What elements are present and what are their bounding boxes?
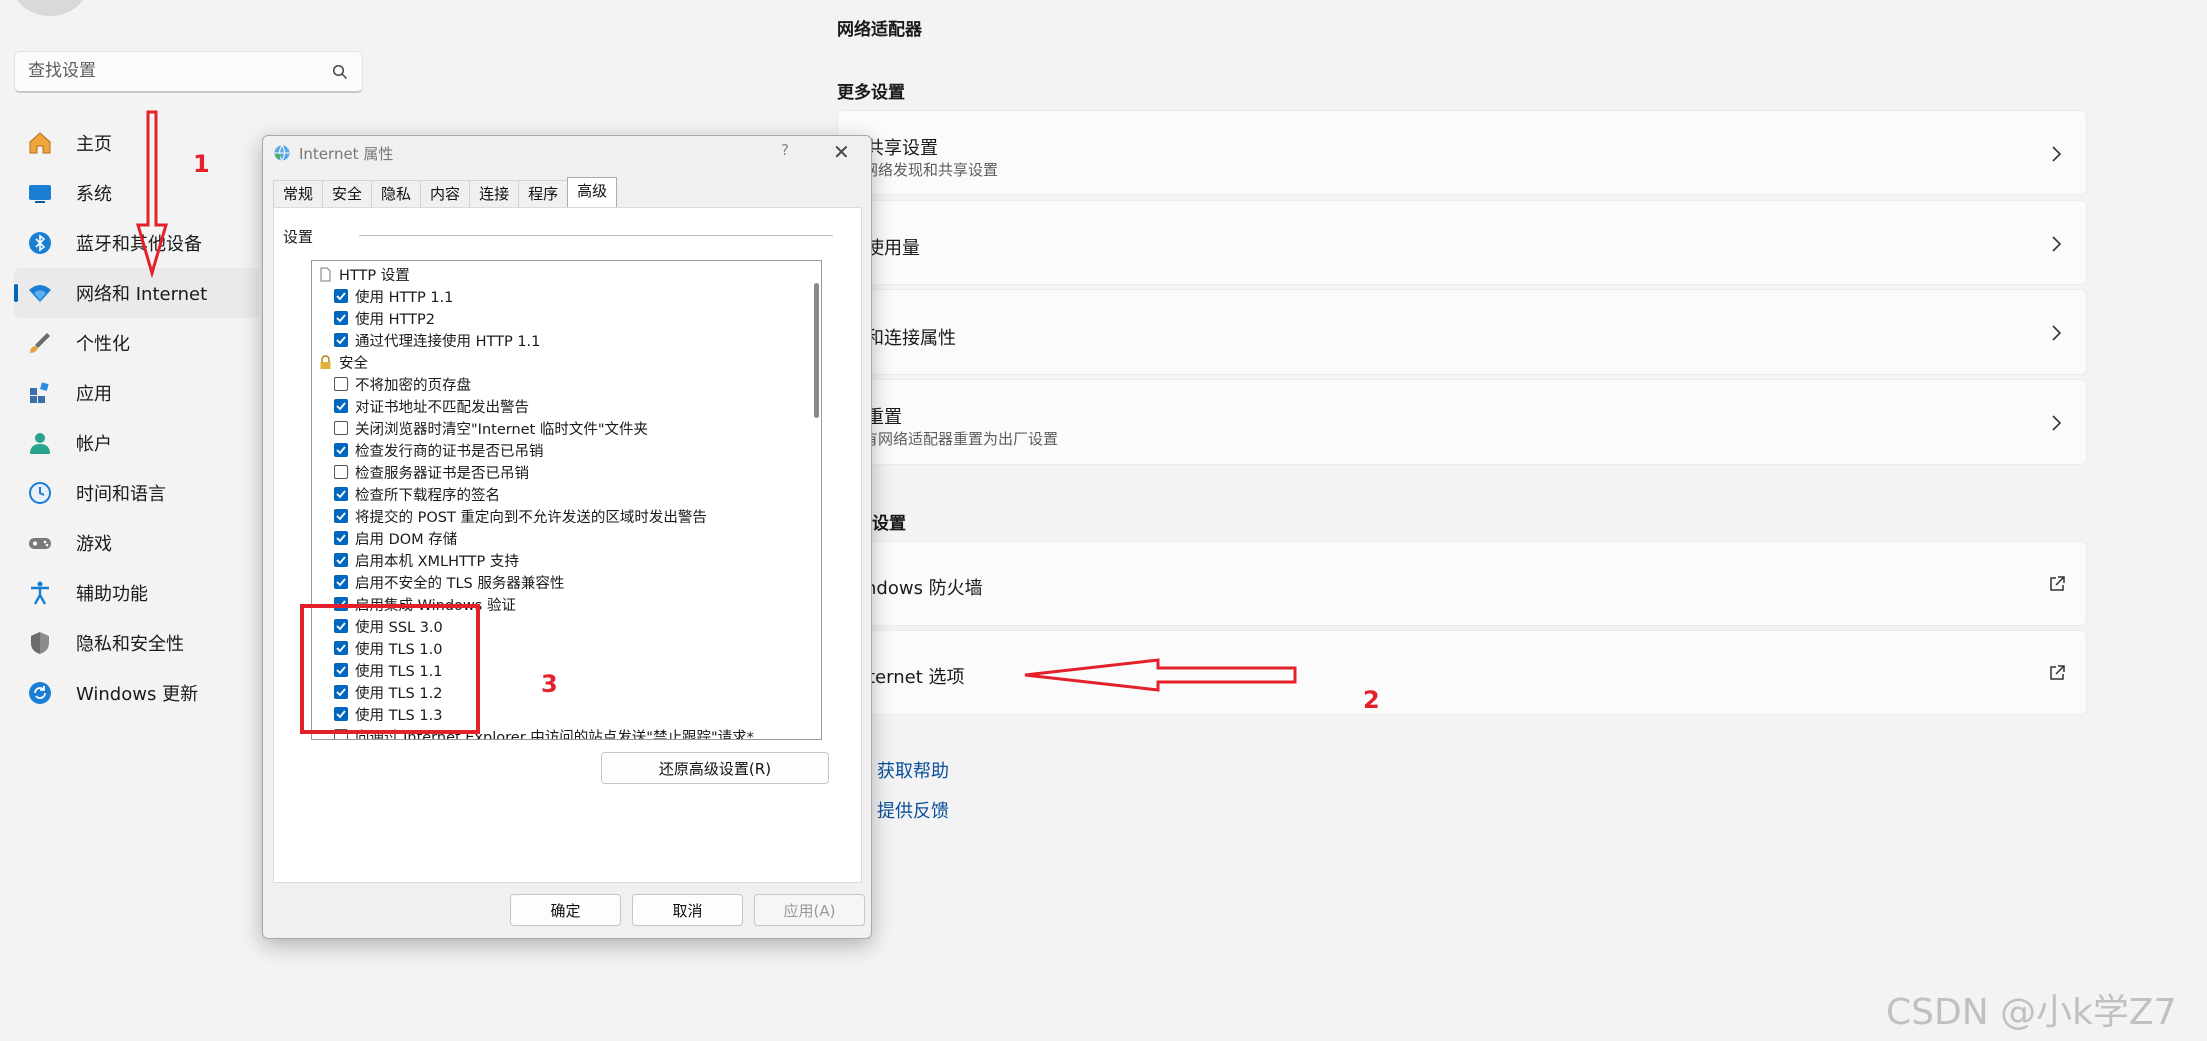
annotation-3: 3 bbox=[541, 670, 558, 698]
tab-advanced[interactable]: 高级 bbox=[567, 177, 618, 207]
watermark: CSDN @小k学Z7 bbox=[1886, 992, 2177, 1033]
annotation-2: 2 bbox=[1363, 686, 1380, 714]
annotation-1: 1 bbox=[193, 150, 210, 178]
tls-highlight-box bbox=[300, 604, 480, 734]
left-arrow-2 bbox=[1024, 658, 1297, 692]
down-arrow-1 bbox=[136, 110, 168, 279]
annotation-arrows bbox=[136, 110, 1297, 692]
